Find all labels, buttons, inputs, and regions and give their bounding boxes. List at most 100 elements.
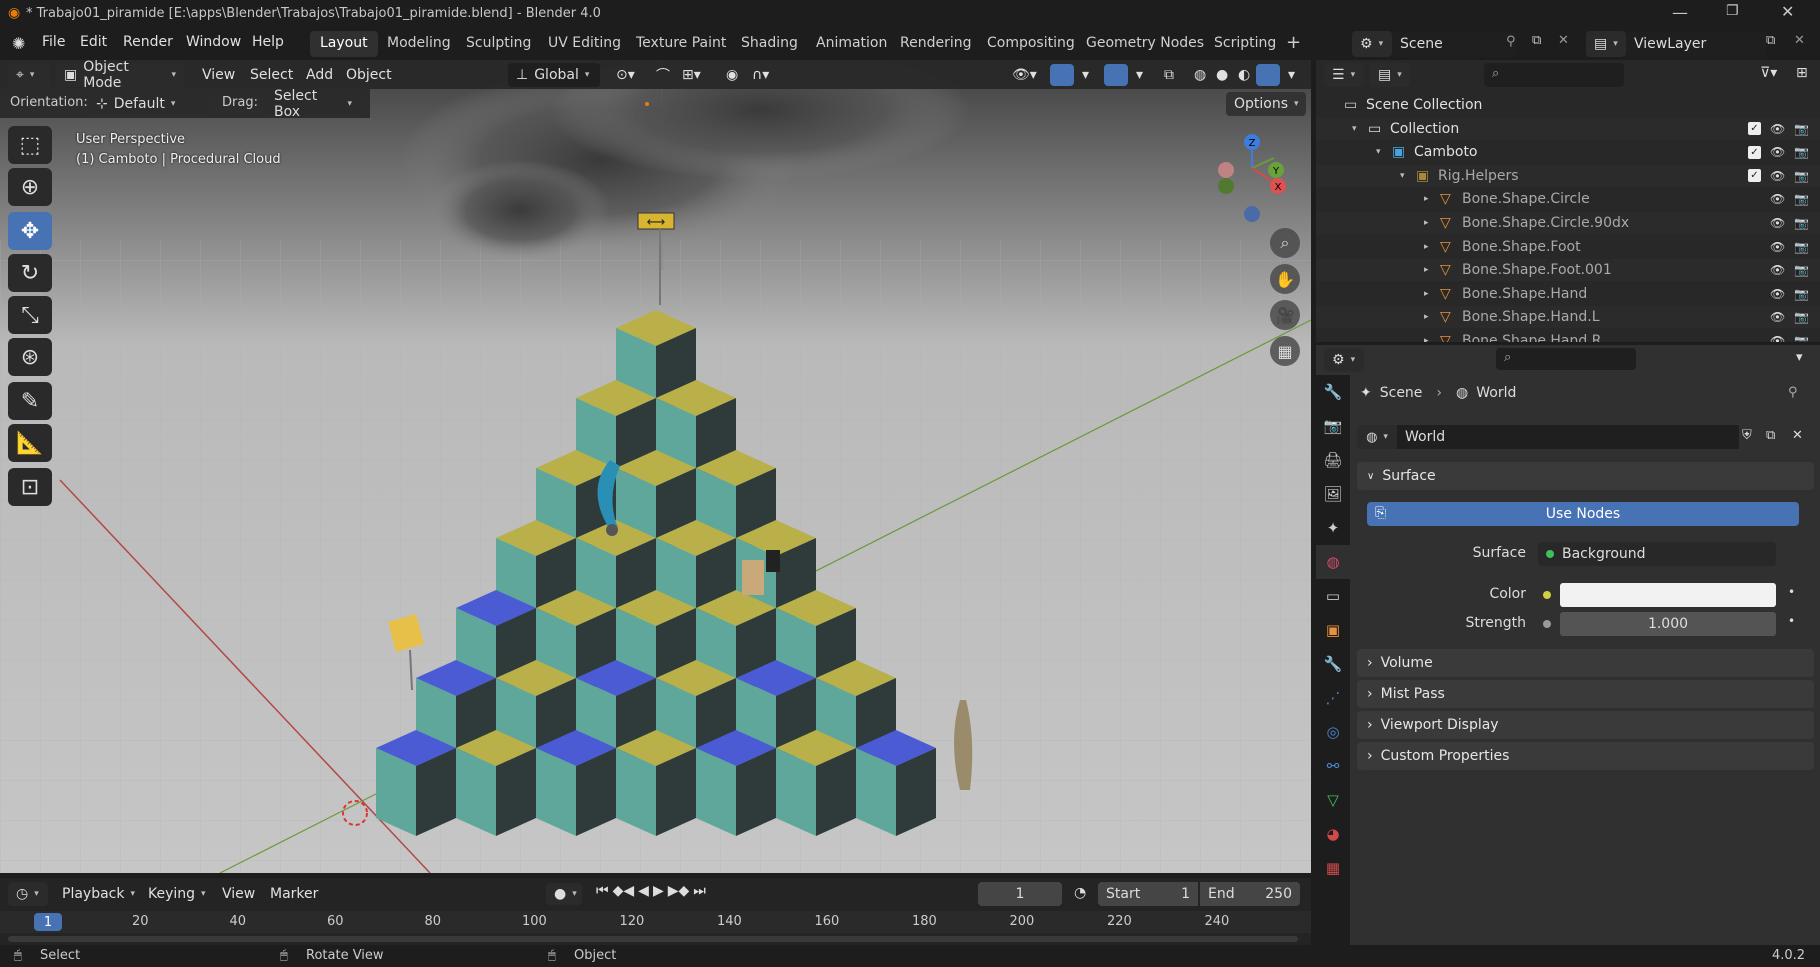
tab-scripting[interactable]: Scripting <box>1204 31 1286 57</box>
outliner-row[interactable]: ▸ ▽ Bone.Shape.Hand.L 👁 📷 <box>1316 306 1820 329</box>
wireframe-shading-icon[interactable]: ◍ <box>1188 63 1212 87</box>
play-icon[interactable]: ▶ <box>653 883 664 899</box>
scale-tool-icon[interactable]: ⤡ <box>8 296 52 334</box>
3d-viewport[interactable]: ⟷ <box>0 60 1311 873</box>
blender-menu-icon[interactable]: ✺ <box>12 34 25 53</box>
filter-icon[interactable]: ⊽▾ <box>1760 65 1777 81</box>
color-keyframe-icon[interactable]: • <box>1788 585 1795 599</box>
current-frame-field[interactable]: 1 <box>978 882 1062 906</box>
timeline-menu-playback[interactable]: Playback ▾ <box>56 882 141 906</box>
outliner-editor[interactable]: ☰ ▾ ▤ ▾ ⌕ ⊽▾ ⊞ ▭ Scene Collection ▾ ▭ Collecti… <box>1316 60 1820 342</box>
transform-tool-icon[interactable]: ⊛ <box>8 338 52 376</box>
outliner-row[interactable]: ▸ ▽ Bone.Shape.Foot 👁 📷 <box>1316 236 1820 258</box>
snap-target-icon[interactable]: ⊞▾ <box>676 63 707 87</box>
fake-user-icon[interactable]: ⛨ <box>1742 428 1752 443</box>
options-dropdown[interactable]: Options ▾ <box>1226 92 1306 116</box>
measure-tool-icon[interactable]: 📐 <box>8 424 52 462</box>
expanded-arrow-icon[interactable]: ▾ <box>1400 171 1405 181</box>
falloff-icon[interactable]: ∩▾ <box>746 63 775 87</box>
outliner-row[interactable]: ▾ ▭ Collection ✓ 👁 📷 <box>1316 117 1820 140</box>
viewport-menu-select[interactable]: Select <box>244 63 299 87</box>
collapsed-arrow-icon[interactable]: ▸ <box>1424 312 1429 322</box>
render-tab-icon[interactable]: 📷 <box>1316 409 1350 443</box>
surface-shader-field[interactable]: Background <box>1538 542 1776 566</box>
play-reverse-icon[interactable]: ◀ <box>638 883 649 899</box>
jump-end-icon[interactable]: ⏭ <box>693 883 706 899</box>
ortho-grid-icon[interactable]: ▦ <box>1270 336 1300 366</box>
pin-icon[interactable]: ⚲ <box>1788 385 1798 400</box>
visibility-eye-icon[interactable]: 👁 <box>1770 287 1785 301</box>
strength-field[interactable]: 1.000 <box>1560 612 1776 636</box>
output-tab-icon[interactable]: 🖨 <box>1316 443 1350 477</box>
transform-orientation-dropdown[interactable]: ⊥ Global ▾ <box>508 63 600 87</box>
color-swatch[interactable] <box>1560 583 1776 607</box>
visibility-icon[interactable]: 👁▾ <box>1006 63 1043 87</box>
outliner-row[interactable]: ▾ ▣ Camboto ✓ 👁 📷 <box>1316 141 1820 163</box>
render-camera-icon[interactable]: 📷 <box>1794 192 1809 206</box>
viewport-display-panel-header[interactable]: › Viewport Display <box>1357 711 1814 739</box>
tab-sculpting[interactable]: Sculpting <box>456 31 541 57</box>
record-button[interactable]: ● ▾ <box>546 883 582 905</box>
rendered-shading-icon[interactable] <box>1256 64 1280 86</box>
rotate-tool-icon[interactable]: ↻ <box>8 254 52 292</box>
tool-tab-icon[interactable]: 🔧 <box>1316 375 1350 409</box>
use-nodes-button[interactable]: ⎘ Use Nodes <box>1367 502 1799 526</box>
drag-dropdown[interactable]: Select Box ▾ <box>266 88 360 120</box>
timeline-menu-marker[interactable]: Marker <box>264 882 324 906</box>
expanded-arrow-icon[interactable]: ▾ <box>1352 124 1357 134</box>
visibility-eye-icon[interactable]: 👁 <box>1770 122 1785 136</box>
collapsed-arrow-icon[interactable]: ▸ <box>1424 336 1429 342</box>
new-scene-icon[interactable]: ⧉ <box>1532 33 1541 48</box>
world-name-field[interactable]: World <box>1397 425 1739 449</box>
tab-shading[interactable]: Shading <box>731 31 808 57</box>
orientation-dropdown[interactable]: ⊹ Default ▾ <box>88 92 206 115</box>
navigation-gizmo[interactable]: Z Y X <box>1210 128 1300 228</box>
collapsed-arrow-icon[interactable]: ▸ <box>1424 194 1429 204</box>
viewlayer-browse-button[interactable]: ▤ ▾ <box>1586 31 1626 57</box>
exclude-checkbox-icon[interactable]: ✓ <box>1748 145 1761 159</box>
strength-keyframe-icon[interactable]: • <box>1788 614 1795 628</box>
visibility-eye-icon[interactable]: 👁 <box>1770 192 1785 206</box>
tab-modeling[interactable]: Modeling <box>377 31 461 57</box>
texture-tab-icon[interactable]: ▦ <box>1316 851 1350 885</box>
annotate-tool-icon[interactable]: ✎ <box>8 382 52 420</box>
render-camera-icon[interactable]: 📷 <box>1794 145 1809 159</box>
display-mode-button[interactable]: ▤ ▾ <box>1370 63 1410 87</box>
viewport-menu-object[interactable]: Object <box>340 63 398 87</box>
tab-texture-paint[interactable]: Texture Paint <box>626 31 736 57</box>
tab-compositing[interactable]: Compositing <box>977 31 1085 57</box>
new-world-icon[interactable]: ⧉ <box>1766 428 1775 443</box>
outliner-row[interactable]: ▸ ▽ Bone.Shape.Hand.R 👁 📷 <box>1316 330 1820 342</box>
outliner-row[interactable]: ▸ ▽ Bone.Shape.Circle 👁 📷 <box>1316 188 1820 210</box>
editor-type-button[interactable]: ⌖ ▾ <box>8 63 50 87</box>
material-tab-icon[interactable]: ◕ <box>1316 817 1350 851</box>
start-frame-field[interactable]: Start 1 <box>1098 882 1198 906</box>
visibility-eye-icon[interactable]: 👁 <box>1770 240 1785 254</box>
outliner-row[interactable]: ▸ ▽ Bone.Shape.Circle.90dx 👁 📷 <box>1316 212 1820 234</box>
mode-dropdown[interactable]: ▣ Object Mode ▾ <box>56 59 184 91</box>
render-camera-icon[interactable]: 📷 <box>1794 334 1809 342</box>
render-camera-icon[interactable]: 📷 <box>1794 122 1809 136</box>
mist-pass-panel-header[interactable]: › Mist Pass <box>1357 680 1814 708</box>
next-keyframe-icon[interactable]: ▶◆ <box>668 883 690 899</box>
delete-viewlayer-icon[interactable]: ✕ <box>1794 33 1805 48</box>
zoom-icon[interactable]: ⌕ <box>1270 228 1300 258</box>
menu-file[interactable]: File <box>42 34 65 50</box>
restore-icon[interactable]: ❐ <box>1726 3 1739 19</box>
scene-name-field[interactable]: Scene <box>1392 31 1516 57</box>
custom-properties-panel-header[interactable]: › Custom Properties <box>1357 742 1814 770</box>
scene-tab-icon[interactable]: ✦ <box>1316 511 1350 545</box>
shading-dropdown-icon[interactable]: ▾ <box>1282 63 1301 87</box>
gizmo-toggle-icon[interactable] <box>1050 64 1074 86</box>
close-icon[interactable]: ✕ <box>1781 2 1794 21</box>
select-box-tool-icon[interactable]: ⬚ <box>8 126 52 164</box>
menu-render[interactable]: Render <box>123 34 173 50</box>
visibility-eye-icon[interactable]: 👁 <box>1770 169 1785 183</box>
end-frame-field[interactable]: End 250 <box>1200 882 1300 906</box>
delete-scene-icon[interactable]: ✕ <box>1558 33 1569 48</box>
timeline-menu-view[interactable]: View <box>216 882 261 906</box>
pin-icon[interactable]: ⚲ <box>1506 34 1516 49</box>
visibility-eye-icon[interactable]: 👁 <box>1770 334 1785 342</box>
visibility-eye-icon[interactable]: 👁 <box>1770 263 1785 277</box>
tab-geometry-nodes[interactable]: Geometry Nodes <box>1076 31 1214 57</box>
